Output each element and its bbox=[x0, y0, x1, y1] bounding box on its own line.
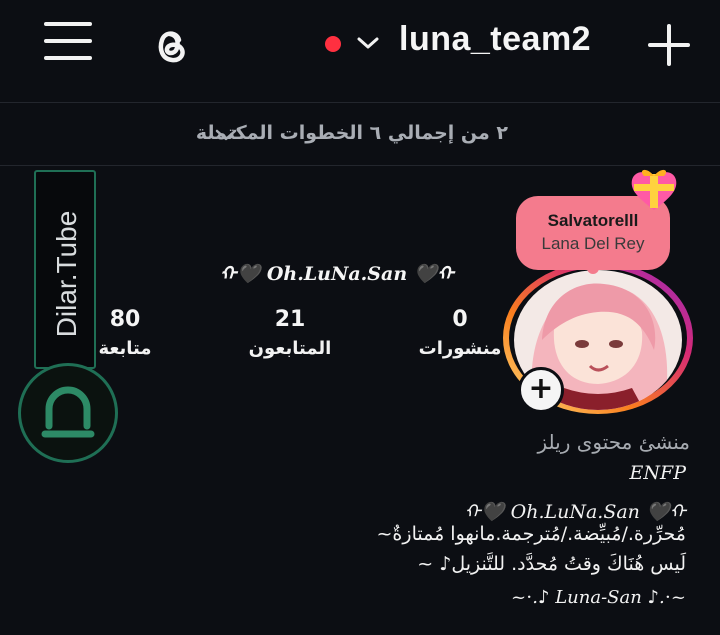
stat-followers[interactable]: 21 المتابعون bbox=[220, 307, 360, 359]
chevron-down-icon[interactable] bbox=[356, 34, 380, 52]
banner-divider bbox=[0, 165, 720, 166]
header-divider bbox=[0, 102, 720, 103]
note-subtitle: Lana Del Rey bbox=[541, 234, 645, 253]
profile-steps-banner[interactable]: ٢ من إجمالي ٦ الخطوات المكتملة bbox=[0, 118, 720, 148]
profile-category: منشئ محتوى ريلز bbox=[537, 430, 691, 454]
stat-following[interactable]: 80 متابعة bbox=[70, 307, 180, 359]
bio-line-name: ᡣ🖤 Oh.LuNa.San 🖤ᡣ bbox=[464, 501, 686, 523]
add-story-button[interactable]: + bbox=[518, 367, 564, 413]
following-count: 80 bbox=[109, 307, 141, 332]
bio-line-signature: ~⋅.♪ Luna-San ♪.⋅~ bbox=[511, 587, 686, 608]
hamburger-menu-icon[interactable] bbox=[44, 22, 92, 66]
threads-logo-icon[interactable] bbox=[148, 22, 194, 68]
stat-posts[interactable]: 0 منشورات bbox=[380, 307, 540, 359]
steps-progress-text: ٢ من إجمالي ٦ الخطوات المكتملة bbox=[195, 122, 508, 144]
bio-line-roles: مُحرِّرة./مُبيِّضة./مُترجمة.مانهوا مُمتا… bbox=[376, 523, 686, 545]
note-title: Salvatorelll bbox=[547, 211, 639, 230]
following-label: متابعة bbox=[98, 338, 152, 359]
plus-icon[interactable] bbox=[646, 22, 692, 68]
watermark-logo-icon bbox=[18, 363, 118, 463]
followers-count: 21 bbox=[274, 307, 306, 332]
followers-label: المتابعون bbox=[248, 338, 332, 359]
display-name: ᡣ🖤 Oh.LuNa.San 🖤ᡣ bbox=[220, 263, 454, 285]
bio-line-personality: ENFP bbox=[629, 462, 686, 484]
username[interactable]: luna_team2 bbox=[399, 20, 591, 59]
status-dot bbox=[325, 36, 341, 52]
posts-label: منشورات bbox=[418, 338, 502, 359]
posts-count: 0 bbox=[452, 307, 468, 332]
gift-heart-icon bbox=[631, 169, 677, 210]
bio-line-schedule: لَيس هُنَاكَ وقتُ مُحدَّد. للتَّنزيل♪ ~ bbox=[417, 553, 686, 575]
